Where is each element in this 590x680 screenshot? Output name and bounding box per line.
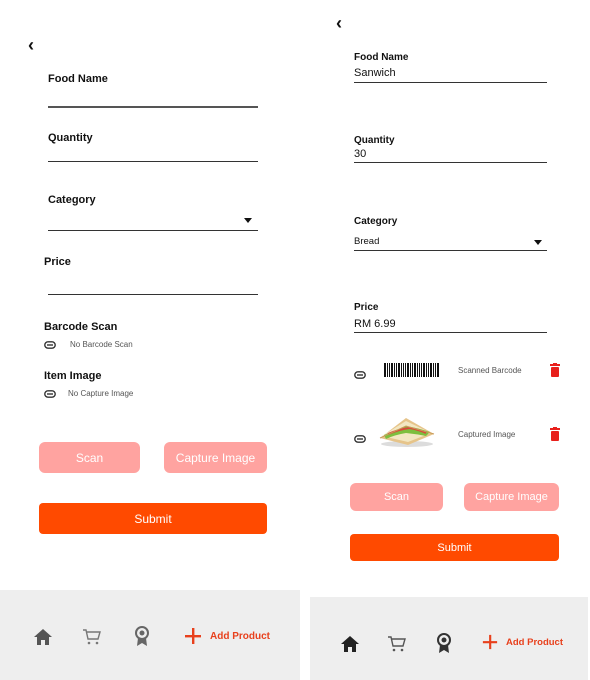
scan-button[interactable]: Scan [39, 442, 140, 473]
image-status-row: No Capture Image [44, 389, 133, 398]
category-underline [354, 250, 547, 251]
food-name-underline [354, 82, 547, 83]
scanned-barcode-caption: Scanned Barcode [458, 366, 522, 375]
food-name-input[interactable]: Sanwich [354, 67, 396, 79]
award-icon[interactable] [436, 633, 452, 655]
cart-icon[interactable] [387, 635, 407, 653]
submit-button[interactable]: Submit [39, 503, 267, 534]
trash-icon [550, 363, 560, 377]
quantity-input[interactable]: 30 [354, 148, 366, 160]
image-status-text: No Capture Image [68, 389, 134, 398]
capture-image-button[interactable]: Capture Image [164, 442, 267, 473]
category-select[interactable]: Bread [354, 232, 547, 250]
price-label: Price [354, 302, 379, 313]
price-label: Price [44, 256, 71, 268]
price-input[interactable]: RM 6.99 [354, 318, 396, 330]
filled-form-screen: ‹ Food Name Sanwich Quantity 30 Category… [310, 0, 590, 680]
plus-icon [185, 628, 201, 644]
bottom-nav: Add Product [310, 597, 588, 680]
attachment-icon [354, 430, 366, 448]
plus-icon [482, 634, 498, 650]
chevron-down-icon [244, 218, 252, 223]
price-underline [48, 294, 258, 295]
item-image-heading: Item Image [44, 370, 102, 382]
back-button[interactable]: ‹ [28, 36, 34, 54]
add-product-button[interactable]: Add Product [184, 627, 270, 645]
back-button[interactable]: ‹ [336, 14, 342, 32]
barcode-status-row: No Barcode Scan [44, 340, 133, 349]
food-name-label: Food Name [354, 52, 409, 63]
scan-button[interactable]: Scan [350, 483, 443, 511]
empty-form-screen: ‹ Food Name Quantity Category Price Barc… [0, 0, 300, 680]
category-label: Category [354, 216, 398, 227]
food-name-underline [48, 106, 258, 108]
add-product-label: Add Product [210, 630, 270, 642]
food-name-label: Food Name [48, 73, 108, 85]
trash-icon [550, 427, 560, 441]
barcode-status-text: No Barcode Scan [70, 340, 133, 349]
add-product-button[interactable]: Add Product [482, 634, 563, 650]
category-underline [48, 230, 258, 231]
quantity-underline [354, 162, 547, 163]
chevron-down-icon [534, 240, 542, 245]
delete-barcode-button[interactable] [550, 363, 560, 382]
quantity-underline [48, 161, 258, 162]
attachment-icon [44, 340, 56, 349]
category-label: Category [48, 194, 96, 206]
quantity-label: Quantity [48, 132, 93, 144]
bottom-nav: Add Product [0, 590, 300, 680]
barcode-image [384, 363, 440, 377]
delete-image-button[interactable] [550, 427, 560, 446]
category-selected-value: Bread [354, 236, 380, 247]
award-icon[interactable] [134, 626, 150, 648]
price-underline [354, 332, 547, 333]
barcode-heading: Barcode Scan [44, 321, 118, 333]
add-product-label: Add Product [506, 636, 563, 648]
cart-icon[interactable] [82, 628, 102, 646]
attachment-icon [354, 366, 366, 384]
home-icon[interactable] [33, 628, 53, 646]
capture-image-button[interactable]: Capture Image [464, 483, 559, 511]
quantity-label: Quantity [354, 135, 395, 146]
submit-button[interactable]: Submit [350, 534, 559, 561]
category-select[interactable] [48, 210, 258, 230]
home-icon[interactable] [340, 635, 360, 653]
attachment-icon [44, 389, 56, 398]
sandwich-photo [376, 412, 438, 453]
captured-image-caption: Captured Image [458, 430, 516, 439]
